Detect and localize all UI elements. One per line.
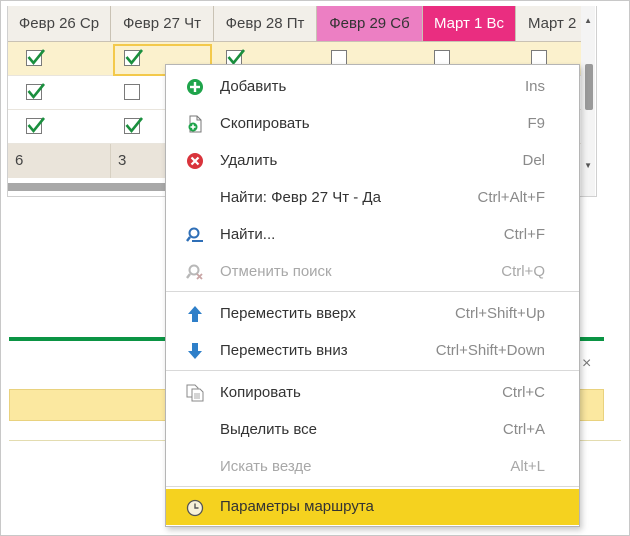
menu-item-select-all[interactable]: Выделить все Ctrl+A	[166, 411, 579, 448]
arrow-down-icon	[186, 342, 204, 360]
menu-item-label: Скопировать	[220, 115, 310, 132]
menu-item-shortcut: Ctrl+Shift+Down	[435, 342, 545, 359]
menu-item-shortcut: Ctrl+C	[502, 384, 545, 401]
close-icon[interactable]: ×	[582, 355, 591, 373]
checkbox-checked[interactable]	[26, 49, 46, 66]
cancel-search-icon	[186, 263, 204, 281]
menu-item-shortcut: Ctrl+A	[502, 421, 545, 438]
menu-item-find[interactable]: Найти... Ctrl+F	[166, 216, 579, 253]
menu-item-label: Удалить	[220, 152, 278, 169]
menu-item-move-down[interactable]: Переместить вниз Ctrl+Shift+Down	[166, 332, 579, 369]
menu-item-label: Параметры маршрута	[220, 498, 374, 515]
total-cell: 6	[8, 144, 111, 178]
menu-item-label: Переместить вверх	[220, 305, 356, 322]
copy-doc-icon	[186, 115, 204, 133]
scroll-up-icon[interactable]: ▲	[584, 16, 592, 25]
total-cell: 3	[111, 144, 171, 178]
menu-item-shortcut: Ctrl+Shift+Up	[454, 305, 545, 322]
menu-item-add[interactable]: Добавить Ins	[166, 68, 579, 105]
scrollbar-thumb[interactable]	[585, 64, 593, 110]
clipboard-copy-icon	[186, 384, 204, 402]
menu-item-shortcut: Alt+L	[510, 458, 545, 475]
menu-item-search-everywhere[interactable]: Искать везде Alt+L	[166, 448, 579, 485]
checkbox-checked[interactable]	[124, 49, 144, 66]
menu-item-copy-row[interactable]: Скопировать F9	[166, 105, 579, 142]
menu-item-move-up[interactable]: Переместить вверх Ctrl+Shift+Up	[166, 295, 579, 332]
menu-item-shortcut: Del	[522, 152, 545, 169]
menu-separator	[166, 370, 579, 371]
menu-item-copy[interactable]: Копировать Ctrl+C	[166, 374, 579, 411]
context-menu: Добавить Ins Скопировать F9 Удалить Del …	[165, 64, 580, 527]
clock-icon	[186, 499, 204, 517]
delete-icon	[186, 152, 204, 170]
menu-item-shortcut: Ctrl+Alt+F	[477, 189, 545, 206]
menu-item-label: Найти: Февр 27 Чт - Да	[220, 189, 381, 206]
menu-item-shortcut: Ctrl+Q	[501, 263, 545, 280]
checkbox-checked[interactable]	[26, 117, 46, 134]
horizontal-scrollbar[interactable]	[8, 183, 172, 191]
column-header[interactable]: Февр 26 Ср	[8, 6, 111, 42]
column-header[interactable]: Февр 27 Чт	[111, 6, 214, 42]
search-icon	[186, 226, 204, 244]
menu-item-cancel-search[interactable]: Отменить поиск Ctrl+Q	[166, 253, 579, 290]
scroll-down-icon[interactable]: ▼	[584, 161, 592, 170]
menu-item-shortcut: F9	[527, 115, 545, 132]
column-header[interactable]: Февр 28 Пт	[214, 6, 317, 42]
menu-item-label: Выделить все	[220, 421, 318, 438]
menu-item-delete[interactable]: Удалить Del	[166, 142, 579, 179]
menu-item-shortcut: Ins	[524, 78, 545, 95]
menu-item-label: Переместить вниз	[220, 342, 348, 359]
arrow-up-icon	[186, 305, 204, 323]
add-icon	[186, 78, 204, 96]
column-header[interactable]: Март 2	[516, 6, 582, 42]
menu-item-label: Добавить	[220, 78, 287, 95]
menu-item-label: Найти...	[220, 226, 276, 243]
menu-separator	[166, 486, 579, 487]
menu-item-find-value[interactable]: Найти: Февр 27 Чт - Да Ctrl+Alt+F	[166, 179, 579, 216]
menu-item-route-parameters[interactable]: Параметры маршрута	[166, 489, 579, 525]
menu-item-label: Отменить поиск	[220, 263, 332, 280]
checkbox-checked[interactable]	[124, 117, 144, 134]
menu-separator	[166, 291, 579, 292]
column-header-sunday[interactable]: Март 1 Вс	[423, 6, 516, 42]
column-header-saturday[interactable]: Февр 29 Сб	[317, 6, 423, 42]
menu-item-shortcut: Ctrl+F	[503, 226, 545, 243]
checkbox-unchecked[interactable]	[124, 84, 140, 100]
checkbox-checked[interactable]	[26, 83, 46, 100]
menu-item-label: Копировать	[220, 384, 301, 401]
menu-item-label: Искать везде	[220, 458, 312, 475]
